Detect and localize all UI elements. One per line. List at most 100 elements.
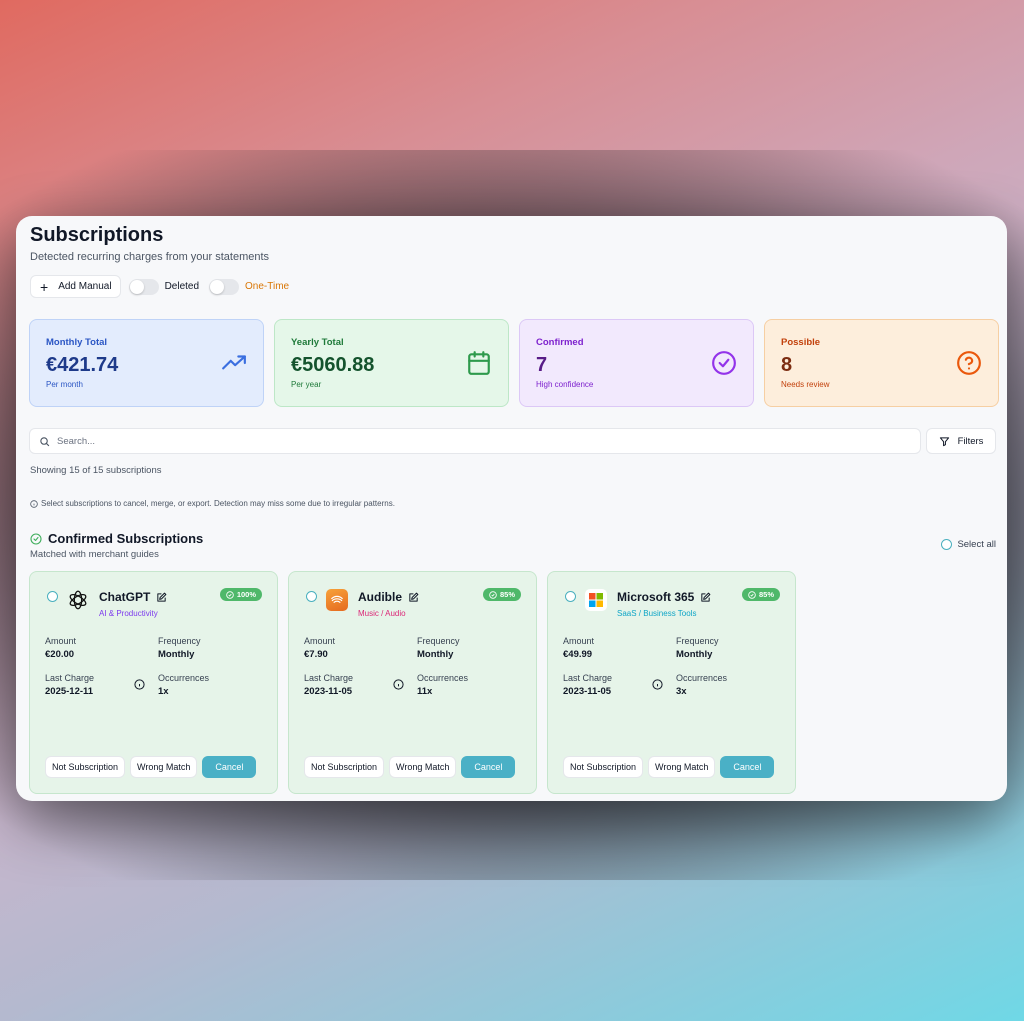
card-name-label: ChatGPT [99, 590, 151, 604]
select-card-radio[interactable] [565, 591, 576, 602]
check-circle-icon [748, 590, 756, 599]
field-label: Last Charge [563, 673, 613, 683]
filters-button[interactable]: Filters [926, 428, 996, 454]
section-title: Confirmed Subscriptions [48, 531, 204, 546]
add-manual-label: Add Manual [58, 281, 112, 292]
stat-value: 8 [781, 354, 793, 376]
section-header: Confirmed Subscriptions [30, 531, 203, 546]
select-all-control[interactable]: Select all [941, 539, 996, 550]
cancel-button[interactable]: Cancel [202, 756, 257, 778]
calendar-icon [468, 351, 490, 375]
card-name: ChatGPT [99, 590, 167, 604]
trending-up-icon [222, 355, 246, 370]
confidence-badge: 100% [219, 588, 262, 601]
frequency-value: Monthly [158, 649, 195, 660]
app-window: Subscriptions Detected recurring charges… [16, 216, 1007, 801]
last-charge-field: Last Charge 2023-11-05 [304, 673, 353, 697]
confidence-badge: 85% [482, 588, 521, 601]
stats-row: Monthly Total €421.74 Per month Yearly T… [29, 319, 999, 407]
stat-value: €5060.88 [291, 354, 375, 376]
edit-icon[interactable] [408, 592, 419, 603]
wrong-match-button[interactable]: Wrong Match [389, 756, 457, 778]
card-actions: Not Subscription Wrong Match Cancel [304, 756, 516, 778]
confirmed-card: Confirmed 7 High confidence [519, 319, 754, 407]
card-name-label: Microsoft 365 [617, 590, 695, 604]
hint-label: Select subscriptions to cancel, merge, o… [41, 499, 395, 508]
search-input[interactable] [57, 435, 857, 447]
select-all-label: Select all [957, 539, 996, 550]
occurrences-value: 3x [676, 686, 687, 697]
subscription-card: ChatGPT AI & Productivity 100% Amount €2… [29, 571, 278, 794]
field-label: Amount [563, 636, 595, 646]
subscription-card: Microsoft 365 SaaS / Business Tools 85% … [547, 571, 796, 794]
add-manual-button[interactable]: + Add Manual [30, 275, 121, 298]
wrong-match-button[interactable]: Wrong Match [648, 756, 716, 778]
deleted-toggle[interactable] [128, 278, 159, 295]
not-subscription-button[interactable]: Not Subscription [304, 756, 385, 778]
select-all-radio[interactable] [941, 539, 953, 550]
field-label: Frequency [676, 636, 719, 646]
stat-sub: High confidence [536, 380, 594, 389]
occurrences-field: Occurrences 1x [158, 673, 209, 697]
one-time-label: One-Time [245, 281, 290, 292]
info-icon[interactable] [652, 679, 663, 690]
stat-label: Possible [781, 337, 821, 348]
edit-icon[interactable] [700, 592, 711, 603]
not-subscription-button[interactable]: Not Subscription [563, 756, 644, 778]
microsoft-logo-icon [585, 589, 607, 611]
stat-value: €421.74 [46, 354, 119, 376]
plus-icon: + [40, 278, 49, 295]
cancel-button[interactable]: Cancel [720, 756, 775, 778]
occurrences-field: Occurrences 11x [417, 673, 468, 697]
check-circle-icon [712, 351, 736, 375]
stat-label: Monthly Total [46, 337, 108, 348]
amount-value: €7.90 [304, 649, 328, 660]
wrong-match-button[interactable]: Wrong Match [130, 756, 198, 778]
cancel-button[interactable]: Cancel [461, 756, 516, 778]
card-actions: Not Subscription Wrong Match Cancel [45, 756, 257, 778]
confidence-badge: 85% [741, 588, 780, 601]
frequency-field: Frequency Monthly [158, 636, 201, 660]
deleted-label: Deleted [164, 281, 200, 292]
card-name: Microsoft 365 [617, 590, 711, 604]
confidence-value: 85% [499, 590, 515, 599]
search-bar[interactable] [29, 428, 921, 454]
section-subtitle: Matched with merchant guides [30, 549, 159, 560]
card-name-label: Audible [358, 590, 402, 604]
amount-field: Amount €7.90 [304, 636, 335, 660]
card-name: Audible [358, 590, 419, 604]
select-card-radio[interactable] [47, 591, 58, 602]
subscription-cards: ChatGPT AI & Productivity 100% Amount €2… [29, 571, 796, 794]
question-circle-icon [957, 351, 981, 375]
results-count: Showing 15 of 15 subscriptions [30, 465, 162, 476]
monthly-total-card: Monthly Total €421.74 Per month [29, 319, 264, 407]
search-icon [40, 436, 50, 446]
info-icon[interactable] [393, 679, 404, 690]
subscription-card: Audible Music / Audio 85% Amount €7.90 F… [288, 571, 537, 794]
select-card-radio[interactable] [306, 591, 317, 602]
toolbar: + Add Manual Deleted One-Time [30, 275, 291, 298]
last-charge-value: 2025-12-11 [45, 686, 94, 697]
field-label: Amount [304, 636, 336, 646]
info-icon[interactable] [134, 679, 145, 690]
not-subscription-button[interactable]: Not Subscription [45, 756, 126, 778]
check-circle-icon [226, 590, 234, 599]
audible-logo-icon [326, 589, 348, 611]
last-charge-value: 2023-11-05 [563, 686, 612, 697]
frequency-field: Frequency Monthly [417, 636, 460, 660]
occurrences-value: 1x [158, 686, 169, 697]
last-charge-value: 2023-11-05 [304, 686, 353, 697]
check-circle-icon [30, 532, 42, 545]
check-circle-icon [489, 590, 497, 599]
occurrences-value: 11x [417, 686, 433, 697]
edit-icon[interactable] [156, 592, 167, 603]
last-charge-field: Last Charge 2025-12-11 [45, 673, 94, 697]
field-label: Occurrences [417, 673, 469, 683]
frequency-value: Monthly [417, 649, 454, 660]
info-icon [30, 499, 38, 508]
field-label: Frequency [158, 636, 201, 646]
field-label: Occurrences [676, 673, 728, 683]
stat-sub: Per year [291, 380, 322, 389]
one-time-toggle[interactable] [209, 278, 240, 295]
stat-sub: Needs review [781, 380, 830, 389]
